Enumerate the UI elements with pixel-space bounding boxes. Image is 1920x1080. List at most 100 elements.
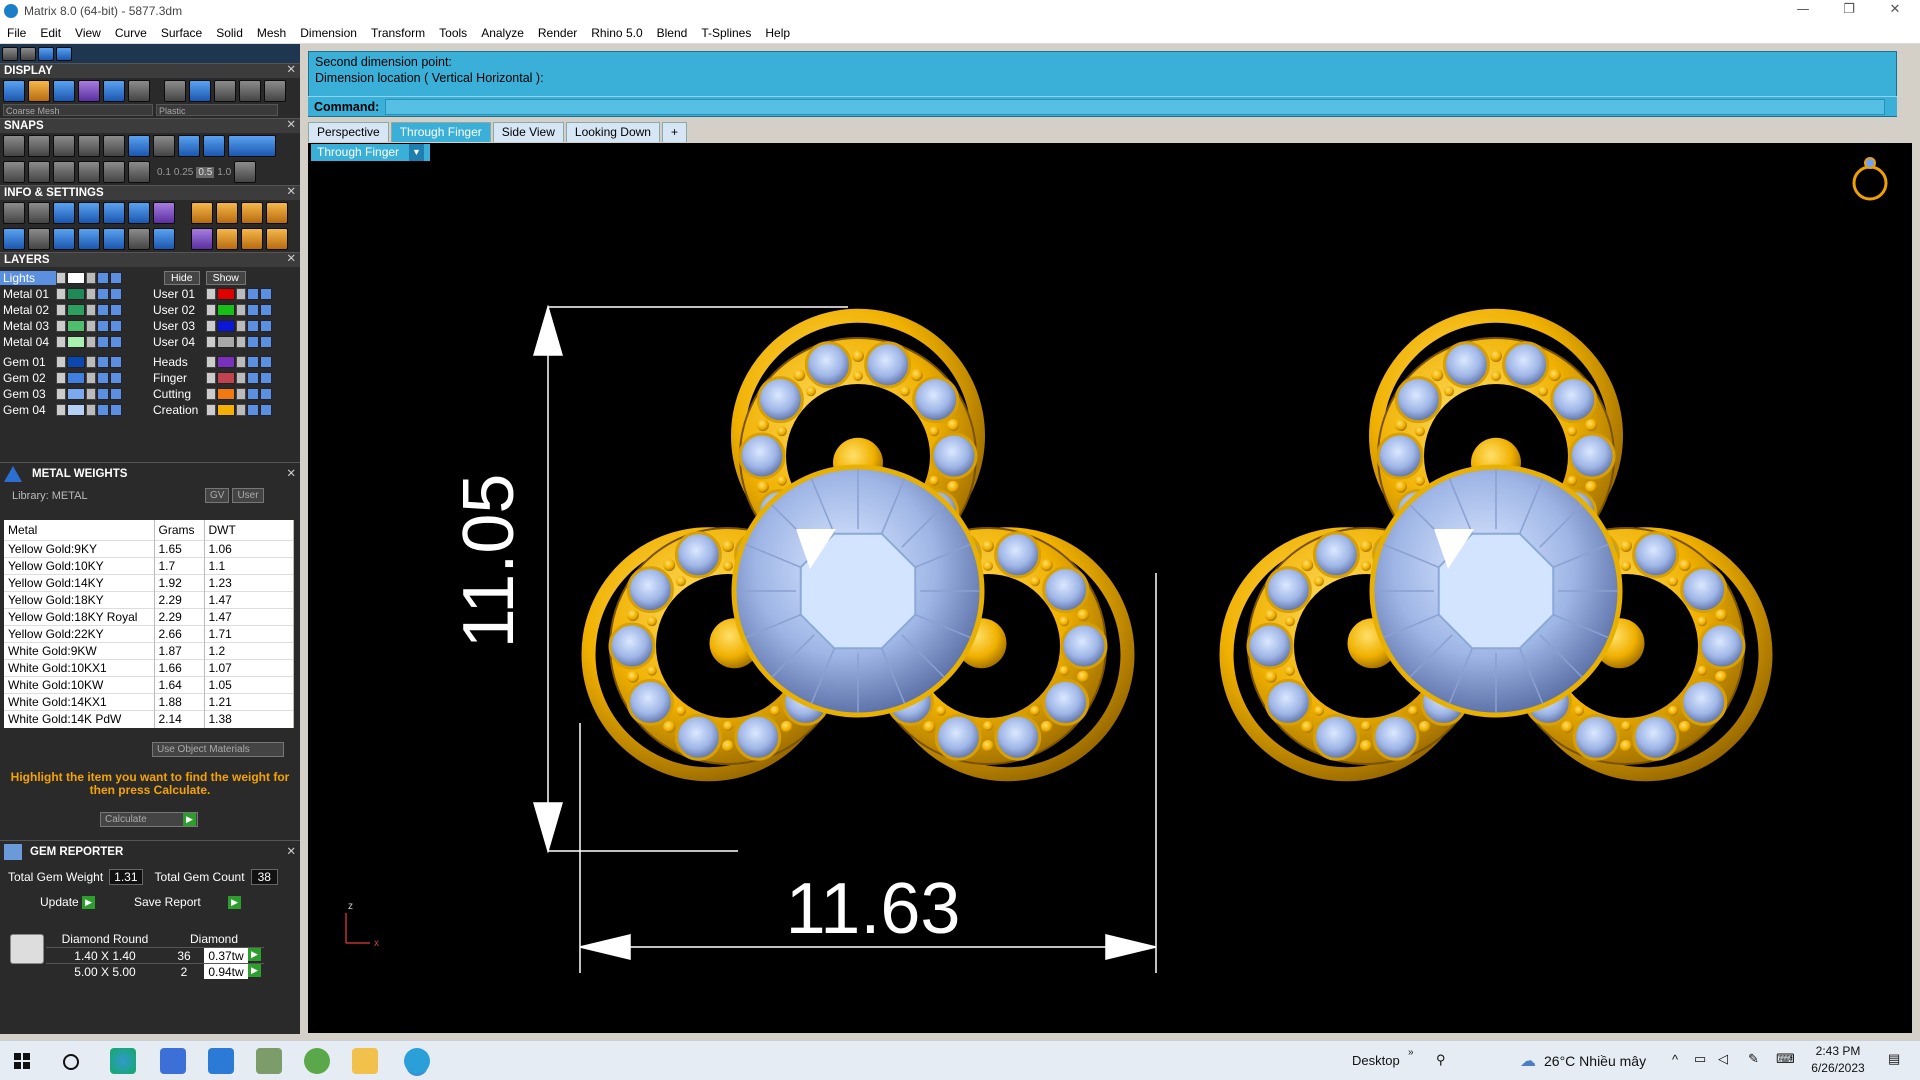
table-row[interactable]: White Gold:10KW 1.64 1.05	[4, 676, 294, 694]
layer-row[interactable]: Gem 03	[0, 386, 150, 402]
store-icon[interactable]	[160, 1048, 186, 1074]
tab-through-finger[interactable]: Through Finger	[390, 122, 491, 142]
calculate-button[interactable]: Calculate ▶	[100, 812, 198, 827]
layer-arrow-icon[interactable]	[56, 356, 66, 368]
lock-icon[interactable]	[86, 356, 96, 368]
show-button[interactable]: Show	[205, 271, 246, 285]
visible-icon[interactable]	[260, 304, 272, 316]
menu-tsplines[interactable]: T-Splines	[694, 26, 758, 40]
layer-row[interactable]: Metal 02	[0, 302, 150, 318]
layer-row[interactable]: Metal 03	[0, 318, 150, 334]
visible-icon[interactable]	[97, 356, 109, 368]
lock-icon[interactable]	[86, 336, 96, 348]
layer-row[interactable]: User 03	[150, 318, 300, 334]
tool-icon[interactable]	[38, 46, 54, 61]
dimension-vertical[interactable]: 11.05	[449, 474, 529, 649]
visible-icon[interactable]	[110, 372, 122, 384]
layer-row[interactable]: User 01	[150, 286, 300, 302]
snap-icon[interactable]	[103, 135, 125, 157]
layer-color[interactable]	[217, 388, 235, 400]
menu-curve[interactable]: Curve	[108, 26, 154, 40]
tool-icon[interactable]	[241, 228, 263, 250]
close-icon[interactable]: ✕	[286, 63, 296, 78]
visible-icon[interactable]	[260, 288, 272, 300]
layer-color[interactable]	[67, 272, 85, 284]
layer-row[interactable]: User 02	[150, 302, 300, 318]
visible-icon[interactable]	[97, 336, 109, 348]
layer-color[interactable]	[67, 372, 85, 384]
snap-toggle-icon[interactable]	[228, 135, 276, 157]
layer-color[interactable]	[67, 336, 85, 348]
tool-icon[interactable]	[56, 46, 72, 61]
layer-color[interactable]	[217, 304, 235, 316]
update-button[interactable]: Update ▶	[40, 895, 96, 910]
mesh-select[interactable]: Coarse Mesh	[3, 104, 153, 116]
tool-icon[interactable]	[266, 202, 288, 224]
visible-icon[interactable]	[97, 272, 109, 284]
layer-row[interactable]: User 04	[150, 334, 300, 350]
tool-icon[interactable]	[191, 228, 213, 250]
tool-icon[interactable]	[2, 46, 18, 61]
lock-icon[interactable]	[236, 320, 246, 332]
tab-looking-down[interactable]: Looking Down	[565, 122, 660, 142]
tool-icon[interactable]	[216, 228, 238, 250]
layer-arrow-icon[interactable]	[56, 288, 66, 300]
layer-color[interactable]	[217, 336, 235, 348]
layer-row[interactable]: Metal 01	[0, 286, 150, 302]
close-icon[interactable]: ✕	[286, 463, 296, 485]
sphere-icon[interactable]	[164, 80, 186, 102]
visible-icon[interactable]	[260, 336, 272, 348]
layer-arrow-icon[interactable]	[206, 404, 216, 416]
grid-icon[interactable]	[234, 161, 257, 183]
lock-icon[interactable]	[86, 404, 96, 416]
table-row[interactable]: Yellow Gold:18KY 2.29 1.47	[4, 591, 294, 609]
visible-icon[interactable]	[247, 372, 259, 384]
layer-arrow-icon[interactable]	[56, 388, 66, 400]
table-row[interactable]: Yellow Gold:18KY Royal 2.29 1.47	[4, 608, 294, 626]
lock-icon[interactable]	[236, 372, 246, 384]
table-row[interactable]: Yellow Gold:22KY 2.66 1.71	[4, 625, 294, 643]
pen-icon[interactable]: ✎	[1748, 1051, 1759, 1067]
layer-row[interactable]: Gem 04	[0, 402, 150, 418]
edge-icon[interactable]	[110, 1048, 136, 1074]
visible-icon[interactable]	[110, 388, 122, 400]
tool-icon[interactable]	[241, 202, 263, 224]
visible-icon[interactable]	[97, 404, 109, 416]
tool-icon[interactable]	[20, 46, 36, 61]
visible-icon[interactable]	[110, 288, 122, 300]
layer-row[interactable]: Heads	[150, 354, 300, 370]
wireframe-icon[interactable]	[3, 80, 25, 102]
layer-row[interactable]: Gem 02	[0, 370, 150, 386]
tool-icon[interactable]	[28, 228, 50, 250]
lock-icon[interactable]	[86, 388, 96, 400]
layer-arrow-icon[interactable]	[56, 336, 66, 348]
gem-icon[interactable]	[153, 202, 175, 224]
menu-render[interactable]: Render	[531, 26, 584, 40]
tool-icon[interactable]	[216, 202, 238, 224]
lock-icon[interactable]	[236, 304, 246, 316]
snap-value[interactable]: 0.5	[196, 166, 215, 178]
tool-icon[interactable]	[53, 228, 75, 250]
visible-icon[interactable]	[110, 356, 122, 368]
layer-row-lights[interactable]: Lights	[0, 270, 150, 286]
layer-row[interactable]: Gem 01	[0, 354, 150, 370]
menu-dimension[interactable]: Dimension	[293, 26, 364, 40]
mail-icon[interactable]	[208, 1048, 234, 1074]
lock-icon[interactable]	[86, 288, 96, 300]
menu-surface[interactable]: Surface	[154, 26, 209, 40]
notification-icon[interactable]: ▤	[1888, 1051, 1900, 1067]
layer-arrow-icon[interactable]	[56, 404, 66, 416]
snap-value[interactable]: 0.1	[157, 167, 171, 178]
snap-value[interactable]: 0.25	[174, 167, 193, 178]
visible-icon[interactable]	[110, 304, 122, 316]
visible-icon[interactable]	[260, 404, 272, 416]
ring-view-icon[interactable]	[1852, 157, 1888, 201]
shaded-icon[interactable]	[53, 80, 75, 102]
chevron-down-icon[interactable]: ▼	[409, 144, 424, 161]
settings-icon[interactable]	[3, 202, 25, 224]
layer-icon[interactable]	[78, 202, 100, 224]
clock-date[interactable]: 6/26/2023	[1806, 1061, 1870, 1075]
tool-icon[interactable]	[78, 228, 100, 250]
search-icon[interactable]	[62, 1053, 80, 1071]
menu-mesh[interactable]: Mesh	[250, 26, 293, 40]
